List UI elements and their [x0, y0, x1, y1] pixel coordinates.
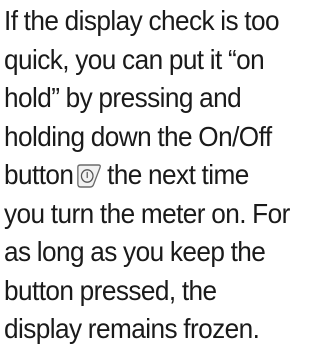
text-line: holding down the On/Off: [4, 120, 272, 152]
text-line: display remains frozen.: [4, 313, 260, 344]
text-line: quick, you can put it “on: [4, 43, 265, 75]
text-line-with-icon: button the next time: [4, 156, 335, 195]
text-segment: button: [4, 159, 74, 190]
document-page: If the display check is too quick, you c…: [4, 2, 334, 349]
text-line: hold” by pressing and: [4, 82, 242, 113]
text-line: button pressed, the: [4, 274, 217, 306]
power-button-icon: [75, 161, 103, 200]
text-segment: the next time: [107, 159, 249, 190]
text-line: as long as you keep the: [4, 236, 266, 267]
text-line: If the display check is too: [4, 5, 280, 36]
instruction-paragraph: If the display check is too quick, you c…: [4, 2, 335, 349]
text-line: you turn the meter on. For: [4, 197, 290, 229]
